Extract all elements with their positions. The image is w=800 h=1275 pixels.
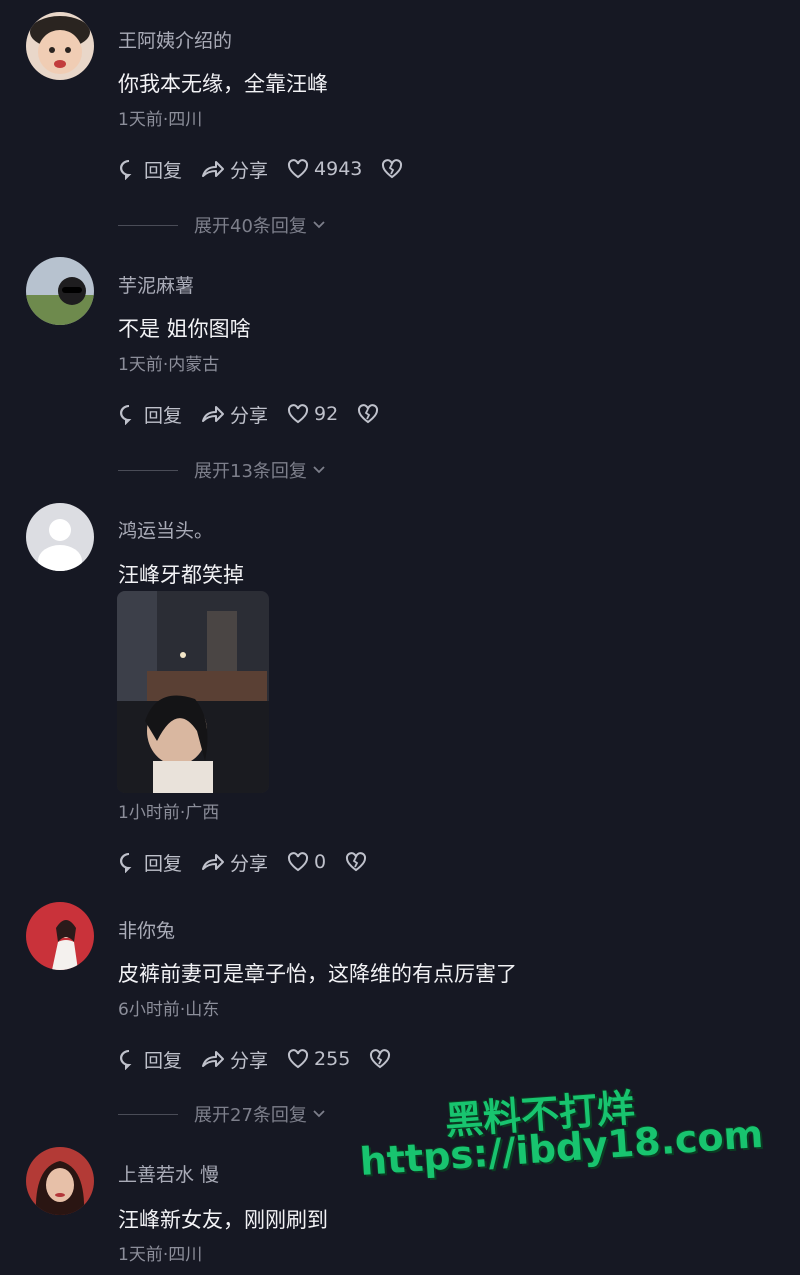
- username[interactable]: 上善若水 慢: [118, 1160, 219, 1187]
- share-label: 分享: [230, 404, 269, 427]
- share-label: 分享: [230, 1049, 269, 1072]
- share-icon: [202, 161, 225, 177]
- reply-button[interactable]: 回复: [118, 156, 182, 183]
- comment-text: 你我本无缘，全靠汪峰: [118, 72, 328, 96]
- reply-icon: [120, 405, 132, 425]
- share-label: 分享: [230, 852, 269, 875]
- expand-label: 展开13条回复: [194, 461, 307, 482]
- comment-photo[interactable]: [117, 591, 269, 793]
- expand-replies[interactable]: 展开40条回复: [118, 212, 327, 238]
- comment-actions: 回复 分享 92: [118, 399, 402, 429]
- heart-icon: [288, 159, 309, 179]
- broken-heart-icon: [346, 852, 367, 872]
- comment-actions: 回复 分享 255: [118, 1044, 414, 1074]
- chevron-down-icon: [313, 221, 325, 229]
- comment-meta: 1天前·四川: [118, 110, 203, 130]
- reply-button[interactable]: 回复: [118, 849, 182, 876]
- reply-icon: [120, 160, 132, 180]
- reply-label: 回复: [144, 404, 183, 427]
- divider-line: [118, 469, 178, 471]
- expand-label: 展开27条回复: [194, 1105, 307, 1126]
- broken-heart-icon: [382, 159, 403, 179]
- share-button[interactable]: 分享: [200, 1046, 268, 1073]
- reply-label: 回复: [144, 852, 183, 875]
- username[interactable]: 芋泥麻薯: [118, 271, 194, 298]
- username[interactable]: 非你兔: [118, 916, 175, 943]
- heart-icon: [288, 1049, 309, 1069]
- username[interactable]: 鸿运当头。: [118, 516, 213, 543]
- share-button[interactable]: 分享: [200, 401, 268, 428]
- share-icon: [202, 854, 225, 870]
- avatar[interactable]: [26, 902, 94, 970]
- expand-replies[interactable]: 展开13条回复: [118, 457, 327, 483]
- divider-line: [118, 224, 178, 226]
- share-button[interactable]: 分享: [200, 849, 268, 876]
- like-count: 0: [314, 851, 327, 873]
- dislike-button[interactable]: [368, 1048, 396, 1070]
- expand-label: 展开40条回复: [194, 216, 307, 237]
- comment-actions: 回复 分享 4943: [118, 154, 426, 184]
- dislike-button[interactable]: [380, 158, 408, 180]
- expand-replies[interactable]: 展开27条回复: [118, 1101, 327, 1127]
- divider-line: [118, 1113, 178, 1115]
- comment-text: 汪峰新女友，刚刚刷到: [118, 1208, 328, 1232]
- comment-text: 汪峰牙都笑掉: [118, 563, 244, 587]
- comment-text: 皮裤前妻可是章子怡，这降维的有点厉害了: [118, 962, 517, 986]
- comment-text: 不是 姐你图啥: [118, 317, 251, 341]
- reply-button[interactable]: 回复: [118, 401, 182, 428]
- default-avatar[interactable]: [26, 503, 94, 571]
- username[interactable]: 王阿姨介绍的: [118, 26, 232, 53]
- comment-meta: 1天前·四川: [118, 1245, 203, 1265]
- chevron-down-icon: [313, 1110, 325, 1118]
- share-icon: [202, 1051, 225, 1067]
- comment-actions: 回复 分享 0: [118, 847, 390, 877]
- dislike-button[interactable]: [344, 851, 372, 873]
- avatar[interactable]: [26, 257, 94, 325]
- avatar[interactable]: [26, 1147, 94, 1215]
- reply-icon: [120, 853, 132, 873]
- like-count: 92: [314, 403, 339, 425]
- reply-icon: [120, 1050, 132, 1070]
- avatar[interactable]: [26, 12, 94, 80]
- comment-meta: 1小时前·广西: [118, 803, 220, 823]
- reply-label: 回复: [144, 1049, 183, 1072]
- reply-button[interactable]: 回复: [118, 1046, 182, 1073]
- like-count: 255: [314, 1048, 351, 1070]
- chevron-down-icon: [313, 466, 325, 474]
- dislike-button[interactable]: [356, 403, 384, 425]
- like-button[interactable]: 0: [286, 851, 326, 873]
- comment-meta: 6小时前·山东: [118, 1000, 220, 1020]
- share-button[interactable]: 分享: [200, 156, 268, 183]
- broken-heart-icon: [370, 1049, 391, 1069]
- like-button[interactable]: 255: [286, 1048, 350, 1070]
- heart-icon: [288, 404, 309, 424]
- share-icon: [202, 406, 225, 422]
- like-button[interactable]: 4943: [286, 158, 362, 180]
- like-button[interactable]: 92: [286, 403, 338, 425]
- share-label: 分享: [230, 159, 269, 182]
- like-count: 4943: [314, 158, 363, 180]
- broken-heart-icon: [358, 404, 379, 424]
- heart-icon: [288, 852, 309, 872]
- comment-meta: 1天前·内蒙古: [118, 355, 220, 375]
- reply-label: 回复: [144, 159, 183, 182]
